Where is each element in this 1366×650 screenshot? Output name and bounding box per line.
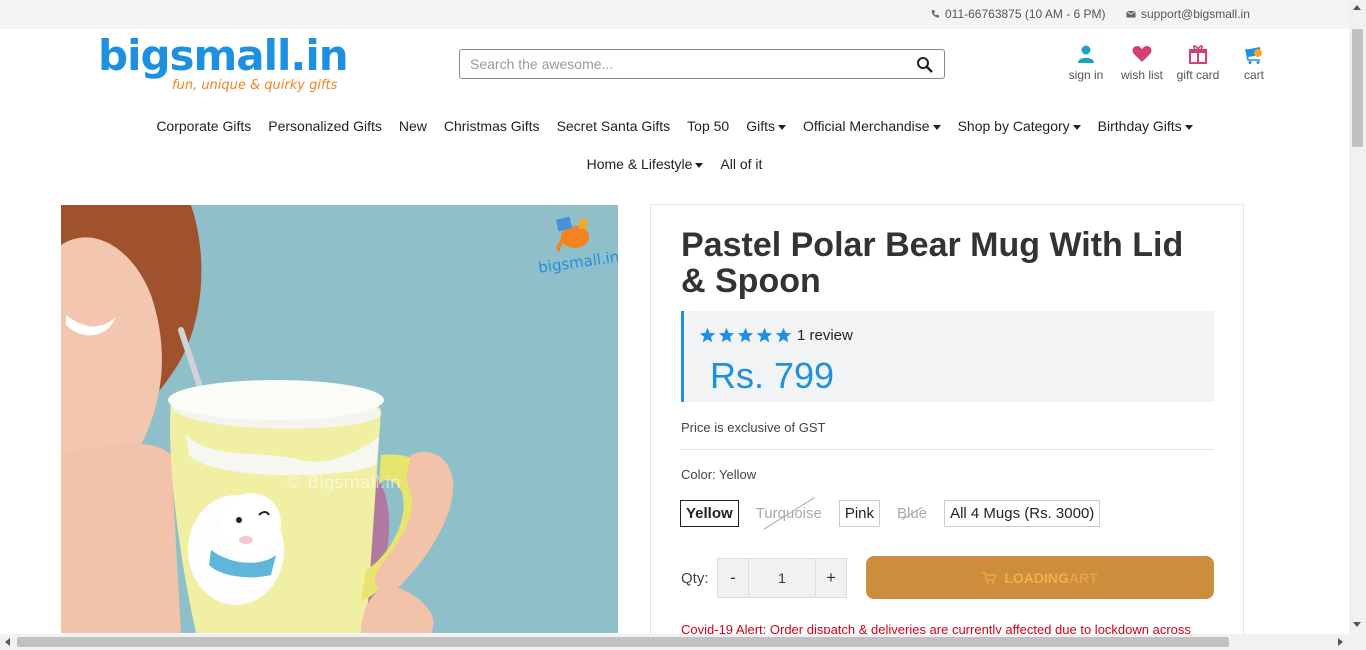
star-icon	[699, 327, 716, 343]
qty-increase-button[interactable]: +	[815, 558, 847, 598]
image-watermark-center: © Bigsmall.in	[285, 473, 401, 493]
product-image[interactable]: bigsmall.in © Bigsmall.in	[61, 205, 618, 633]
variant-pink[interactable]: Pink	[838, 500, 881, 527]
main-navigation: Corporate Gifts Personalized Gifts New C…	[0, 107, 1349, 183]
add-to-cart-ghost-text: ART	[1068, 569, 1098, 586]
add-to-cart-button[interactable]: LOADINGART	[866, 556, 1214, 599]
nav-row-2: Home & Lifestyle All of it	[0, 145, 1349, 183]
elephant-mascot-icon	[555, 216, 589, 252]
cart-icon	[1245, 47, 1262, 64]
nav-item-gifts[interactable]: Gifts	[746, 118, 786, 134]
nav-item-corporate-gifts[interactable]: Corporate Gifts	[156, 118, 251, 134]
caret-down-icon	[932, 124, 941, 130]
sign-in-label: sign in	[1068, 68, 1104, 82]
cart-label: cart	[1243, 68, 1264, 82]
gift-card-label: gift card	[1176, 68, 1220, 82]
gift-icon	[1189, 45, 1207, 64]
nav-item-secret-santa-gifts[interactable]: Secret Santa Gifts	[557, 118, 671, 134]
variant-yellow[interactable]: Yellow	[680, 500, 739, 527]
add-to-cart-loading-text: LOADING	[1004, 569, 1069, 586]
logo-wordmark: bigsmall.in	[98, 31, 349, 80]
scroll-down-icon[interactable]	[1353, 622, 1361, 627]
quantity-stepper: - 1 +	[717, 558, 847, 598]
horizontal-scroll-thumb[interactable]	[17, 637, 1229, 647]
envelope-icon	[1126, 10, 1136, 18]
site-logo[interactable]: bigsmall.in fun, unique & quirky gifts	[98, 31, 349, 94]
logo-tagline: fun, unique & quirky gifts	[172, 78, 338, 93]
nav-item-top-50[interactable]: Top 50	[687, 118, 729, 134]
nav-item-christmas-gifts[interactable]: Christmas Gifts	[444, 118, 540, 134]
header-icons: sign in wish list gift card cart	[1058, 43, 1282, 82]
gst-note: Price is exclusive of GST	[681, 420, 826, 435]
scroll-up-icon[interactable]	[1353, 5, 1361, 10]
phone-icon	[931, 10, 939, 18]
variant-blue[interactable]: Blue	[891, 500, 934, 527]
search-icon[interactable]	[916, 56, 934, 74]
qty-decrease-button[interactable]: -	[717, 558, 749, 598]
price-box: 1 review Rs. 799	[681, 311, 1214, 402]
color-label: Color: Yellow	[681, 467, 757, 482]
gift-card-link[interactable]: gift card	[1170, 43, 1226, 82]
sign-in-link[interactable]: sign in	[1058, 43, 1114, 82]
caret-down-icon	[1072, 124, 1081, 130]
search-bar	[459, 49, 945, 79]
caret-down-icon	[778, 124, 786, 130]
star-icon	[737, 327, 754, 343]
product-details-panel: Pastel Polar Bear Mug With Lid & Spoon 1…	[650, 204, 1244, 637]
scroll-left-icon[interactable]	[5, 638, 10, 646]
color-variants: Yellow Turquoise Pink Blue All 4 Mugs (R…	[680, 500, 1101, 527]
star-icon	[756, 327, 773, 343]
scroll-right-icon[interactable]	[1338, 638, 1343, 646]
divider	[681, 449, 1214, 450]
phone-text: 011-66763875 (10 AM - 6 PM)	[945, 7, 1106, 21]
nav-item-birthday-gifts[interactable]: Birthday Gifts	[1098, 118, 1193, 134]
product-photo	[61, 205, 618, 633]
vertical-scrollbar[interactable]	[1349, 0, 1366, 634]
wish-list-label: wish list	[1120, 68, 1163, 82]
star-icon	[718, 327, 735, 343]
cart-link[interactable]: cart	[1226, 43, 1282, 82]
nav-row-1: Corporate Gifts Personalized Gifts New C…	[0, 107, 1349, 145]
email-text: support@bigsmall.in	[1141, 7, 1250, 21]
variant-turquoise[interactable]: Turquoise	[749, 500, 828, 527]
product-price: Rs. 799	[710, 355, 835, 396]
user-icon	[1078, 45, 1094, 63]
cart-icon	[982, 571, 997, 584]
nav-item-official-merchandise[interactable]: Official Merchandise	[803, 118, 941, 134]
qty-label: Qty:	[681, 570, 709, 587]
nav-item-all-of-it[interactable]: All of it	[720, 156, 762, 172]
wish-list-link[interactable]: wish list	[1114, 43, 1170, 82]
star-icon	[775, 327, 792, 343]
review-count[interactable]: 1 review	[797, 327, 853, 344]
caret-down-icon	[695, 162, 704, 168]
qty-input[interactable]: 1	[749, 558, 815, 598]
watermark-logo: bigsmall.in	[537, 213, 618, 277]
rating-stars[interactable]: 1 review	[699, 327, 853, 344]
nav-item-personalized-gifts[interactable]: Personalized Gifts	[268, 118, 382, 134]
horizontal-scrollbar[interactable]	[0, 634, 1366, 650]
caret-down-icon	[1184, 124, 1193, 130]
nav-item-shop-by-category[interactable]: Shop by Category	[958, 118, 1081, 134]
product-title: Pastel Polar Bear Mug With Lid & Spoon	[681, 226, 1184, 300]
heart-icon	[1132, 46, 1152, 62]
phone-contact: 011-66763875 (10 AM - 6 PM)	[930, 7, 1106, 21]
variant-all-4-mugs[interactable]: All 4 Mugs (Rs. 3000)	[944, 500, 1101, 527]
top-contact-bar: 011-66763875 (10 AM - 6 PM) support@bigs…	[0, 0, 1349, 29]
nav-item-home-lifestyle[interactable]: Home & Lifestyle	[587, 156, 704, 172]
search-input[interactable]	[460, 50, 900, 78]
site-header: bigsmall.in fun, unique & quirky gifts s…	[0, 29, 1349, 189]
vertical-scroll-thumb[interactable]	[1352, 29, 1363, 147]
email-contact[interactable]: support@bigsmall.in	[1126, 7, 1250, 21]
nav-item-new[interactable]: New	[399, 118, 427, 134]
